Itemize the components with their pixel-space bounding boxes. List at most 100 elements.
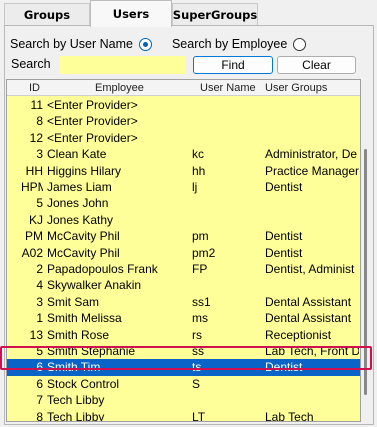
cell-user-name: pm2 xyxy=(192,245,216,260)
table-row[interactable]: 5 Smith Stephanie ss Lab Tech, Front D xyxy=(7,343,360,359)
cell-employee: Clean Kate xyxy=(47,147,107,162)
cell-employee: <Enter Provider> xyxy=(47,130,138,145)
table-row[interactable]: 8 <Enter Provider> xyxy=(7,113,360,129)
search-by-employee-label: Search by Employee xyxy=(171,37,288,51)
cell-employee: McCavity Phil xyxy=(47,245,120,260)
cell-user-groups: Dental Assistant xyxy=(265,294,352,309)
cell-id: KJ xyxy=(28,212,43,227)
cell-id: HH xyxy=(25,163,43,178)
table-row[interactable]: 5 Jones John xyxy=(7,195,360,211)
table-row[interactable]: HPM James Liam lj Dentist xyxy=(7,179,360,195)
cell-user-groups: Lab Tech, Front D xyxy=(265,344,359,358)
table-row[interactable]: 7 Tech Libby xyxy=(7,392,360,408)
clear-button[interactable]: Clear xyxy=(277,56,356,74)
header-user-name[interactable]: User Name xyxy=(200,82,256,94)
cell-user-groups: Receptionist xyxy=(265,327,332,342)
cell-id: 2 xyxy=(36,262,43,276)
table-row[interactable]: 3 Clean Kate kc Administrator, De xyxy=(7,146,360,162)
cell-employee: Stock Control xyxy=(47,376,120,391)
cell-id: 3 xyxy=(36,147,43,162)
cell-user-name: S xyxy=(192,376,201,391)
header-employee[interactable]: Employee xyxy=(95,82,144,94)
tab-supergroups[interactable]: SuperGroups xyxy=(172,3,258,26)
cell-user-groups: Dentist xyxy=(265,180,303,194)
cell-id: 6 xyxy=(36,376,43,391)
table-row[interactable]: 4 Skywalker Anakin xyxy=(7,277,360,293)
cell-id: 8 xyxy=(36,409,43,422)
cell-employee: Smit Sam xyxy=(47,294,100,309)
cell-employee: Higgins Hilary xyxy=(47,163,122,178)
cell-user-name: FP xyxy=(192,262,208,276)
cell-user-name: ts xyxy=(192,360,202,375)
table-row-selected[interactable]: 6 Smith Tim ts Dentist xyxy=(7,359,360,376)
cell-id: 4 xyxy=(36,278,43,293)
cell-id: 6 xyxy=(36,360,43,375)
cell-user-name: ms xyxy=(192,311,208,326)
cell-user-name: rs xyxy=(192,327,202,342)
cell-user-groups: Dentist xyxy=(265,360,303,375)
table-row[interactable]: 6 Stock Control S xyxy=(7,376,360,392)
cell-employee: Tech Libby xyxy=(47,409,105,422)
cell-employee: <Enter Provider> xyxy=(47,114,138,129)
table-row[interactable]: 1 Smith Melissa ms Dental Assistant xyxy=(7,310,360,326)
table-row[interactable]: 13 Smith Rose rs Receptionist xyxy=(7,327,360,343)
cell-user-groups: Lab Tech xyxy=(265,409,314,422)
table-row[interactable]: 2 Papadopoulos Frank FP Dentist, Administ xyxy=(7,261,360,277)
cell-user-name: lj xyxy=(192,180,198,194)
cell-id: 5 xyxy=(36,344,43,358)
cell-id: A02 xyxy=(21,245,43,260)
cell-employee: Smith Stephanie xyxy=(47,344,136,358)
tab-groups[interactable]: Groups xyxy=(4,3,90,26)
search-mode-row: Search by User Name Search by Employee xyxy=(10,36,307,52)
cell-employee: Skywalker Anakin xyxy=(47,278,142,293)
table-row[interactable]: 12 <Enter Provider> xyxy=(7,130,360,146)
cell-employee: <Enter Provider> xyxy=(47,98,138,112)
search-by-user-name-radio[interactable] xyxy=(138,37,152,51)
cell-user-groups: Administrator, De xyxy=(265,147,358,162)
tab-users[interactable]: Users xyxy=(90,0,172,27)
cell-employee: Smith Melissa xyxy=(47,311,122,326)
cell-id: 13 xyxy=(29,327,43,342)
cell-employee: Smith Rose xyxy=(47,327,110,342)
cell-employee: Jones Kathy xyxy=(47,212,114,227)
header-id[interactable]: ID xyxy=(29,82,40,94)
cell-user-groups: Dentist, Administ xyxy=(265,262,355,276)
cell-employee: Papadopoulos Frank xyxy=(47,262,158,276)
cell-user-name: kc xyxy=(192,147,204,162)
cell-id: HPM xyxy=(21,180,43,194)
users-grid[interactable]: ID Employee User Name User Groups 11 <Ent… xyxy=(6,79,361,422)
cell-id: 3 xyxy=(36,294,43,309)
search-by-employee-radio[interactable] xyxy=(293,37,307,51)
cell-id: 8 xyxy=(36,114,43,129)
cell-employee: Tech Libby xyxy=(47,393,105,408)
tab-bar: Groups Users SuperGroups xyxy=(0,0,377,27)
cell-user-groups: Dentist xyxy=(265,245,303,260)
table-row[interactable]: 8 Tech Libby LT Lab Tech xyxy=(7,409,360,422)
scrollbar-thumb[interactable] xyxy=(364,149,367,395)
cell-user-name: LT xyxy=(192,409,206,422)
vertical-scrollbar[interactable] xyxy=(361,79,371,422)
table-row[interactable]: A02 McCavity Phil pm2 Dentist xyxy=(7,245,360,261)
table-row[interactable]: PM McCavity Phil pm Dentist xyxy=(7,228,360,244)
cell-employee: Smith Tim xyxy=(47,360,101,375)
search-input[interactable] xyxy=(60,56,186,74)
cell-id: 12 xyxy=(29,130,43,145)
cell-id: 7 xyxy=(36,393,43,408)
table-row[interactable]: 3 Smit Sam ss1 Dental Assistant xyxy=(7,294,360,310)
table-row[interactable]: HH Higgins Hilary hh Practice Manager xyxy=(7,163,360,179)
find-button[interactable]: Find xyxy=(193,56,273,74)
cell-user-groups: Dentist xyxy=(265,229,303,244)
cell-user-groups: Practice Manager xyxy=(265,163,359,178)
cell-user-name: ss1 xyxy=(192,294,211,309)
cell-user-groups: Dental Assistant xyxy=(265,311,352,326)
table-row[interactable]: 11 <Enter Provider> xyxy=(7,97,360,113)
cell-user-name: pm xyxy=(192,229,209,244)
search-by-user-name-label: Search by User Name xyxy=(10,37,133,51)
cell-id: 5 xyxy=(36,196,43,211)
grid-header: ID Employee User Name User Groups xyxy=(7,80,360,96)
cell-user-name: hh xyxy=(192,163,206,178)
table-row[interactable]: KJ Jones Kathy xyxy=(7,212,360,228)
header-user-groups[interactable]: User Groups xyxy=(265,82,327,94)
cell-user-name: ss xyxy=(192,344,204,358)
cell-employee: Jones John xyxy=(47,196,109,211)
